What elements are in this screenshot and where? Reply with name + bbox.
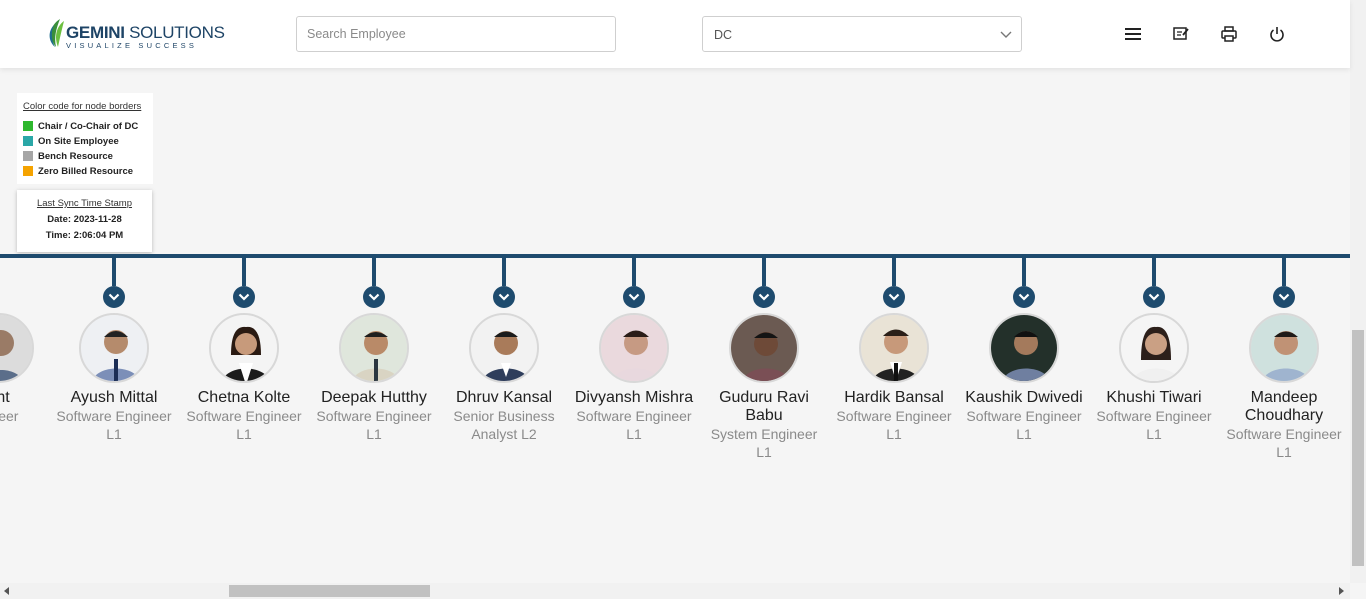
horizontal-scroll-thumb[interactable]	[229, 585, 430, 597]
sync-title: Last Sync Time Stamp	[36, 198, 133, 209]
sync-date: Date: 2023-11-28	[47, 214, 122, 225]
avatar	[339, 313, 409, 383]
expand-toggle-chevron-icon[interactable]	[753, 286, 775, 308]
node-connector	[502, 256, 506, 286]
employee-name: Deepak Hutthy	[321, 389, 427, 406]
edit-note-icon[interactable]	[1170, 23, 1192, 45]
print-icon[interactable]	[1218, 23, 1240, 45]
employee-title: Software Engineer	[966, 408, 1082, 424]
menu-icon[interactable]	[1122, 23, 1144, 45]
avatar	[209, 313, 279, 383]
legend-item-bench: Bench Resource	[23, 150, 113, 162]
node-connector	[1282, 256, 1286, 286]
expand-toggle-chevron-icon[interactable]	[883, 286, 905, 308]
node-connector	[1022, 256, 1026, 286]
org-connector-line	[0, 254, 1350, 258]
employee-level: L1	[626, 426, 642, 442]
last-sync-panel: Last Sync Time Stamp Date: 2023-11-28 Ti…	[17, 190, 152, 252]
logo-tagline-text: VISUALIZE SUCCESS	[66, 41, 198, 50]
node-connector	[242, 256, 246, 286]
legend-title: Color code for node borders	[23, 101, 142, 112]
employee-name: Ayush Mittal	[70, 389, 158, 406]
top-header: GEMINI SOLUTIONS VISUALIZE SUCCESS DC	[0, 0, 1350, 68]
legend-swatch-green	[23, 121, 33, 131]
avatar	[469, 313, 539, 383]
employee-name: Mandeep Choudhary	[1244, 389, 1324, 424]
gemini-solutions-logo[interactable]: GEMINI SOLUTIONS VISUALIZE SUCCESS	[46, 17, 225, 51]
employee-title: Software Engineer	[1096, 408, 1212, 424]
employee-title: Software Engineer	[56, 408, 172, 424]
sync-time: Time: 2:06:04 PM	[45, 230, 124, 241]
horizontal-scrollbar[interactable]	[0, 583, 1350, 599]
expand-toggle-chevron-icon[interactable]	[1013, 286, 1035, 308]
legend-label: Bench Resource	[38, 150, 113, 162]
legend-item-onsite: On Site Employee	[23, 135, 119, 147]
expand-toggle-chevron-icon[interactable]	[363, 286, 385, 308]
legend-label: Zero Billed Resource	[38, 165, 134, 177]
employee-level: L1	[1146, 426, 1162, 442]
avatar	[729, 313, 799, 383]
vertical-scroll-thumb[interactable]	[1352, 330, 1364, 566]
legend-item-zero-billed: Zero Billed Resource	[23, 165, 133, 177]
leaf-logo-icon	[49, 19, 64, 47]
employee-title: System Engineer	[710, 426, 818, 442]
avatar	[0, 313, 34, 383]
employee-level: L1	[1016, 426, 1032, 442]
power-icon[interactable]	[1266, 23, 1288, 45]
node-connector	[372, 256, 376, 286]
node-connector	[112, 256, 116, 286]
node-connector	[892, 256, 896, 286]
vertical-scrollbar[interactable]	[1350, 0, 1366, 583]
chevron-down-icon	[1000, 31, 1012, 38]
employee-level: L1	[1276, 444, 1292, 460]
search-employee-input[interactable]	[296, 16, 616, 52]
avatar	[989, 313, 1059, 383]
employee-level: L1	[886, 426, 902, 442]
legend-label: Chair / Co-Chair of DC	[38, 120, 139, 132]
expand-toggle-chevron-icon[interactable]	[1273, 286, 1295, 308]
logo-brand-text: GEMINI SOLUTIONS	[66, 23, 225, 42]
legend-swatch-teal	[23, 136, 33, 146]
employee-level: L1	[236, 426, 252, 442]
dc-select-value: DC	[714, 28, 733, 42]
avatar	[79, 313, 149, 383]
legend-swatch-gray	[23, 151, 33, 161]
employee-level: L1	[106, 426, 122, 442]
employee-name: Dhruv Kansal	[455, 389, 553, 406]
employee-title: Software Engineer	[186, 408, 302, 424]
node-connector	[632, 256, 636, 286]
node-connector	[1152, 256, 1156, 286]
avatar	[1249, 313, 1319, 383]
color-legend: Color code for node borders Chair / Co-C…	[17, 93, 153, 184]
expand-toggle-chevron-icon[interactable]	[493, 286, 515, 308]
employee-title: Senior Business	[453, 408, 555, 424]
employee-level: Analyst L2	[471, 426, 537, 442]
legend-swatch-orange	[23, 166, 33, 176]
avatar	[599, 313, 669, 383]
employee-title: Software Engineer	[316, 408, 432, 424]
employee-title: Software Engineer	[1226, 426, 1342, 442]
employee-name: Divyansh Mishra	[574, 389, 694, 406]
legend-item-chair: Chair / Co-Chair of DC	[23, 120, 138, 132]
avatar	[859, 313, 929, 383]
employee-title: Software Engineer	[576, 408, 692, 424]
expand-toggle-chevron-icon[interactable]	[233, 286, 255, 308]
employee-name: Hardik Bansal	[844, 389, 944, 406]
expand-toggle-chevron-icon[interactable]	[103, 286, 125, 308]
employee-name: Chetna Kolte	[197, 389, 291, 406]
avatar	[1119, 313, 1189, 383]
employee-name: Guduru Ravi Babu	[719, 389, 809, 424]
employee-title: Software Engineer	[836, 408, 952, 424]
expand-toggle-chevron-icon[interactable]	[1143, 286, 1165, 308]
node-connector	[762, 256, 766, 286]
employee-level: L1	[366, 426, 382, 442]
dc-select[interactable]: DC	[702, 16, 1022, 52]
legend-label: On Site Employee	[38, 135, 119, 147]
employee-name: Kaushik Dwivedi	[965, 389, 1083, 406]
scroll-right-arrow-icon[interactable]	[1338, 587, 1344, 595]
employee-level: L1	[756, 444, 772, 460]
expand-toggle-chevron-icon[interactable]	[623, 286, 645, 308]
employee-name: Khushi Tiwari	[1106, 389, 1202, 406]
scroll-left-arrow-icon[interactable]	[4, 587, 10, 595]
